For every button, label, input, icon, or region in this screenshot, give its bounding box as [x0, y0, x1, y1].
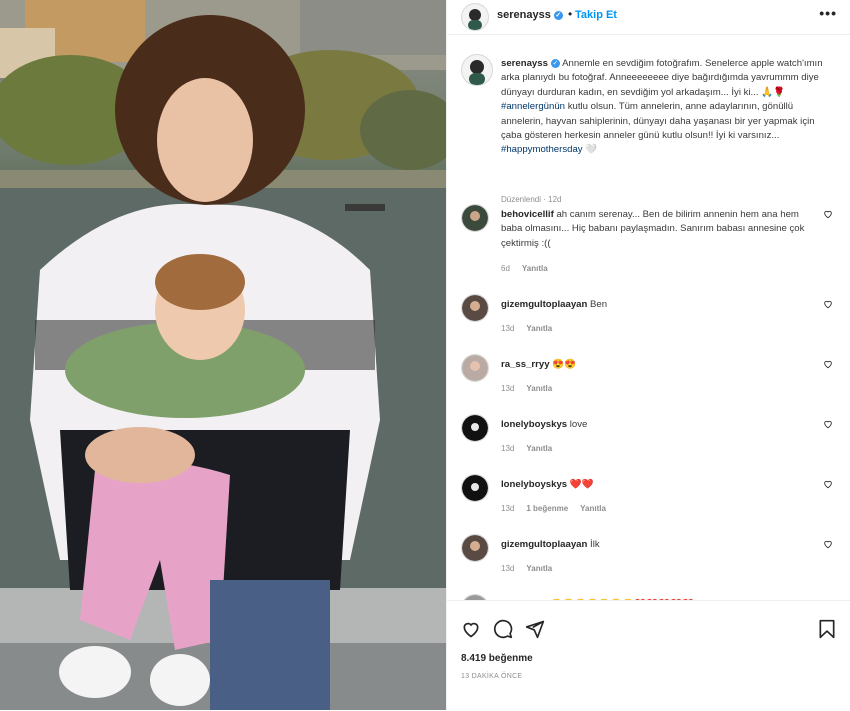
comment-icon[interactable] [493, 619, 513, 639]
avatar[interactable] [461, 204, 489, 232]
post-photo[interactable] [0, 0, 446, 710]
heart-icon[interactable] [823, 539, 833, 549]
comment-body: 😍😍 [552, 359, 577, 370]
reply-button[interactable]: Yanıtla [526, 564, 552, 573]
comment-time: 13d [501, 324, 515, 333]
instagram-post-modal: serenayss ✓ • Takip Et ••• serenayss ✓ Ann… [0, 0, 850, 710]
reply-button[interactable]: Yanıtla [580, 504, 606, 513]
heart-icon[interactable] [823, 209, 833, 219]
comment-meta: 13d Yanıtla [501, 444, 564, 453]
comment-username[interactable]: lonelyboyskys [501, 419, 567, 430]
comment-meta: 13d 1 beğenme Yanıtla [501, 504, 618, 513]
comment-meta: 13d Yanıtla [501, 384, 564, 393]
comment-likes-link[interactable]: 1 beğenme [526, 504, 568, 513]
comment-text: behovicellif ah canım serenay... Ben de … [501, 208, 817, 251]
comment-username[interactable]: lonelyboyskys [501, 479, 567, 490]
avatar[interactable] [461, 534, 489, 562]
heart-icon[interactable] [461, 619, 481, 639]
comment-username[interactable]: behovicellif [501, 209, 554, 220]
reply-button[interactable]: Yanıtla [526, 384, 552, 393]
avatar[interactable] [461, 414, 489, 442]
avatar[interactable] [461, 3, 489, 31]
comment-time: 13d [501, 444, 515, 453]
comment-username[interactable]: gizemgultoplaayan [501, 539, 587, 550]
username-link[interactable]: serenayss ✓ [497, 9, 563, 21]
heart-icon[interactable] [823, 419, 833, 429]
comment-body: love [569, 419, 588, 430]
comment-text: gizemgultoplaayan İlk [501, 538, 817, 552]
comment-meta: 13d Yanıtla [501, 324, 564, 333]
comment-meta: 6d Yanıtla [501, 264, 560, 273]
post-timestamp: 13 DAKİKA ÖNCE [461, 673, 523, 680]
comment-body: İlk [590, 539, 600, 550]
comment-time: 6d [501, 264, 510, 273]
comment-text: gizemgultoplaayan Ben [501, 298, 817, 312]
caption-username[interactable]: serenayss [501, 58, 548, 69]
comment-text: lonelyboyskys ❤️❤️ [501, 478, 817, 492]
separator-dot: • [568, 7, 573, 21]
username-text: serenayss [497, 9, 551, 21]
heart-icon[interactable] [823, 299, 833, 309]
hashtag-link[interactable]: #annelergünün [501, 101, 565, 112]
heart-icon[interactable] [823, 359, 833, 369]
white-heart-emoji: 🤍 [585, 144, 598, 156]
comments-list[interactable]: serenayss ✓ Annemle en sevdiğim fotoğrafı… [447, 34, 850, 600]
caption-text: serenayss ✓ Annemle en sevdiğim fotoğrafı… [501, 57, 837, 158]
comment-meta: 13d Yanıtla [501, 564, 564, 573]
comment-username[interactable]: ra_ss_rryy [501, 359, 550, 370]
comment-time: 13d [501, 564, 515, 573]
follow-button[interactable]: Takip Et [575, 9, 617, 21]
avatar[interactable] [461, 54, 493, 86]
post-photo-illustration [0, 0, 446, 710]
verified-icon: ✓ [550, 59, 560, 68]
comment-time: 13d [501, 504, 515, 513]
comment-time: 13d [501, 384, 515, 393]
hashtag-link[interactable]: #happymothersday [501, 144, 583, 155]
comment-username[interactable]: gizemgultoplaayan [501, 299, 587, 310]
reply-button[interactable]: Yanıtla [522, 264, 548, 273]
post-sidebar: serenayss ✓ • Takip Et ••• serenayss ✓ Ann… [446, 0, 850, 710]
likes-count[interactable]: 8.419 beğenme [461, 653, 533, 664]
verified-icon: ✓ [553, 11, 563, 20]
comment-body: ❤️❤️ [569, 479, 594, 490]
avatar[interactable] [461, 354, 489, 382]
avatar[interactable] [461, 474, 489, 502]
comment-text: ra_ss_rryy 😍😍 [501, 358, 817, 372]
heart-icon[interactable] [823, 479, 833, 489]
caption-meta: Düzenlendi · 12d [501, 195, 562, 204]
comment-text: lonelyboyskys love [501, 418, 817, 432]
avatar[interactable] [461, 294, 489, 322]
reply-button[interactable]: Yanıtla [526, 444, 552, 453]
comment-body: Ben [590, 299, 608, 310]
post-actions: 8.419 beğenme 13 DAKİKA ÖNCE [447, 600, 850, 711]
bookmark-icon[interactable] [817, 619, 837, 639]
post-header: serenayss ✓ • Takip Et ••• [447, 0, 850, 35]
more-options-icon[interactable]: ••• [819, 5, 837, 21]
share-icon[interactable] [525, 619, 545, 639]
caption-body-1: Annemle en sevdiğim fotoğrafım. Senelerc… [501, 58, 823, 98]
reply-button[interactable]: Yanıtla [526, 324, 552, 333]
